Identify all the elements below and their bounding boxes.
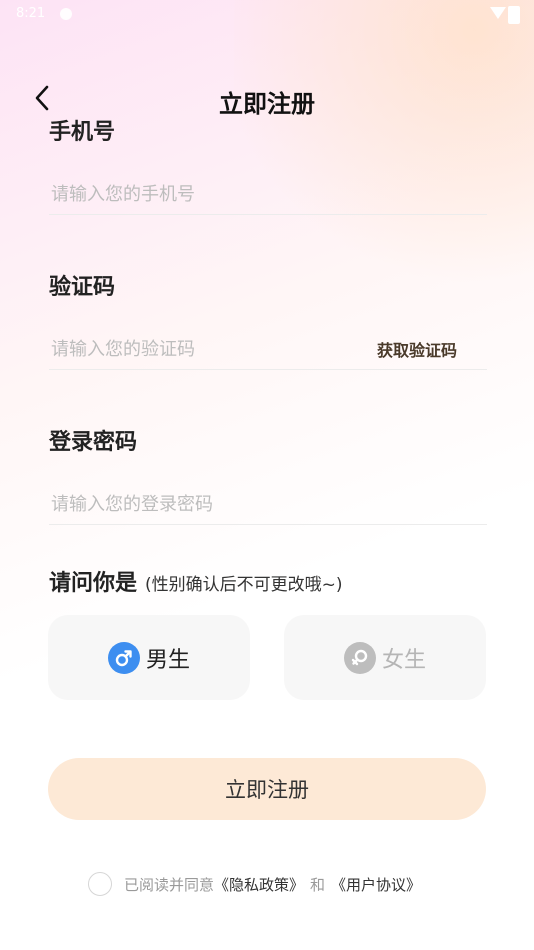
phone-input[interactable] bbox=[49, 172, 491, 216]
get-code-button[interactable]: 获取验证码 bbox=[377, 337, 457, 361]
male-icon bbox=[107, 641, 140, 674]
password-field-wrap bbox=[49, 482, 491, 526]
phone-label: 手机号 bbox=[49, 120, 116, 145]
male-label: 男生 bbox=[145, 647, 190, 673]
background-glow bbox=[234, 0, 534, 300]
battery-icon bbox=[508, 6, 520, 24]
wifi-icon bbox=[490, 7, 506, 19]
code-field-wrap: 获取验证码 bbox=[49, 327, 487, 371]
notification-icon bbox=[60, 8, 72, 20]
gender-label: 请问你是 bbox=[49, 571, 138, 596]
privacy-policy-link[interactable]: 《隐私政策》 bbox=[214, 874, 304, 895]
female-icon bbox=[343, 641, 376, 674]
register-button[interactable]: 立即注册 bbox=[48, 758, 486, 820]
female-option[interactable]: 女生 bbox=[284, 615, 486, 700]
status-bar: 8:21 bbox=[0, 0, 534, 28]
phone-field-wrap bbox=[49, 172, 491, 216]
password-label: 登录密码 bbox=[49, 430, 138, 455]
agreement-prefix: 已阅读并同意 bbox=[124, 875, 215, 894]
agree-checkbox[interactable] bbox=[88, 872, 112, 896]
female-label: 女生 bbox=[381, 647, 426, 673]
gender-question: 请问你是 (性别确认后不可更改哦~) bbox=[49, 565, 343, 597]
agreement-and: 和 bbox=[310, 875, 326, 894]
password-input[interactable] bbox=[49, 482, 491, 526]
status-time: 8:21 bbox=[16, 6, 46, 21]
gender-note: (性别确认后不可更改哦~) bbox=[145, 575, 343, 595]
male-option[interactable]: 男生 bbox=[48, 615, 250, 700]
code-label: 验证码 bbox=[49, 275, 116, 300]
agreement-row: 已阅读并同意 《隐私政策》 和 《用户协议》 bbox=[88, 872, 421, 896]
user-agreement-link[interactable]: 《用户协议》 bbox=[331, 874, 421, 895]
code-input[interactable] bbox=[49, 327, 353, 371]
